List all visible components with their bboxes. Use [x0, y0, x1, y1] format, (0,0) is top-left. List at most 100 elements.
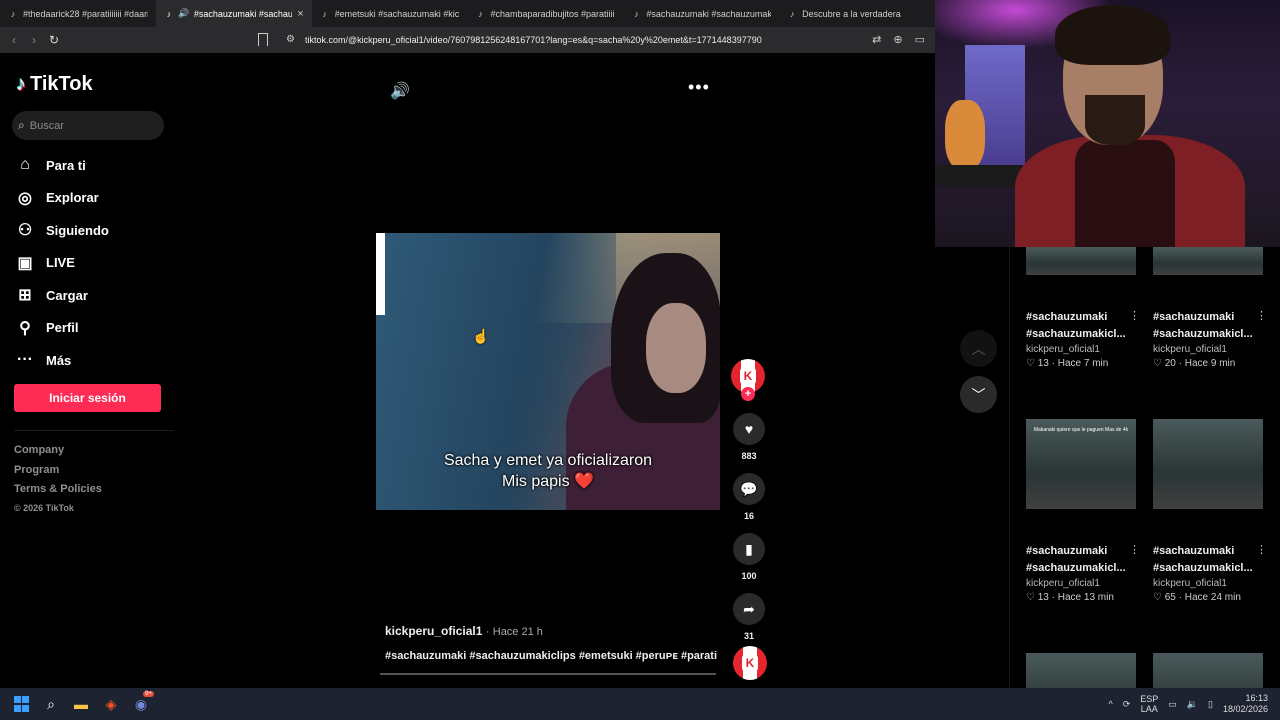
previous-video-button[interactable]: ︿	[960, 330, 997, 367]
save-button[interactable]: ▮	[733, 533, 765, 565]
volume-icon[interactable]: 🔊	[390, 81, 410, 101]
live-icon: ▣	[17, 254, 33, 272]
close-tab-icon[interactable]: ×	[297, 8, 303, 20]
post-time: Hace 21 h	[492, 626, 543, 638]
cast-icon[interactable]: ▭	[915, 33, 925, 46]
kebab-menu-icon[interactable]: ⋮	[1256, 543, 1267, 556]
heart-icon: ♡	[1153, 592, 1162, 603]
file-explorer-icon[interactable]: ▬	[66, 689, 96, 719]
footer-link-company[interactable]: Company	[14, 444, 102, 464]
following-icon: ⚇	[17, 222, 33, 240]
footer-link-program[interactable]: Program	[14, 464, 102, 484]
video-thumbnail[interactable]: Makanaki quiere que le paguen Mas de 4k	[1026, 419, 1136, 509]
sidebar-item-live[interactable]: ▣ LIVE	[16, 247, 109, 280]
speaker-icon[interactable]: 🔊	[178, 8, 189, 19]
windows-logo-icon	[14, 696, 29, 713]
back-icon[interactable]: ‹	[4, 33, 24, 47]
bookmark-icon[interactable]	[258, 33, 268, 46]
save-count: 100	[741, 571, 757, 581]
kebab-menu-icon[interactable]: ⋮	[1129, 543, 1140, 556]
follow-plus-icon[interactable]: +	[741, 387, 755, 401]
volume-icon[interactable]: 🔉	[1187, 699, 1198, 710]
browser-tab[interactable]: ♪#emetsuki #sachauzumaki #kickperu	[312, 0, 468, 27]
login-button[interactable]: Iniciar sesión	[14, 384, 161, 412]
heart-icon: ♡	[1153, 358, 1162, 369]
share-button[interactable]: ➦	[733, 593, 765, 625]
share-count: 31	[743, 631, 754, 641]
tiktok-icon: ♪	[166, 8, 172, 19]
heart-icon: ♡	[1026, 592, 1035, 603]
related-videos-grid: #sachauzumaki #sachauzumakicl... ⋮ kickp…	[1009, 247, 1280, 688]
comment-count: 16	[743, 511, 754, 521]
sidebar-divider	[14, 430, 174, 431]
tiktok-logo[interactable]: ♪ TikTok	[16, 73, 93, 96]
video-card[interactable]: #sachauzumaki #sachauzumakicl... ⋮ kickp…	[1026, 309, 1144, 369]
webcam-overlay	[935, 0, 1280, 247]
video-card[interactable]: #sachauzumaki #sachauzumakicl... ⋮ kickp…	[1153, 309, 1271, 369]
video-thumbnail[interactable]	[1153, 247, 1263, 275]
video-player[interactable]: Sacha y emet ya oficializaron Mis papis …	[376, 233, 720, 510]
more-options-icon[interactable]: •••	[688, 77, 710, 98]
start-button[interactable]	[6, 689, 36, 719]
network-icon[interactable]: ▭	[1168, 699, 1177, 710]
sidebar-nav: ⌂ Para ti ◎ Explorar ⚇ Siguiendo ▣ LIVE ⊞ Car…	[16, 149, 109, 377]
tiktok-icon: ♪	[322, 8, 327, 19]
system-tray: ^ ⟳ ESP LAA ▭ 🔉 ▯ 16:13 18/02/2026	[1108, 688, 1280, 720]
comment-button[interactable]: 💬	[733, 473, 765, 505]
video-thumbnail[interactable]	[1026, 247, 1136, 275]
brave-browser-icon[interactable]: ◈	[96, 689, 126, 719]
more-icon: ···	[17, 351, 33, 369]
chevron-up-icon[interactable]: ^	[1108, 699, 1112, 709]
search-input[interactable]	[29, 119, 150, 132]
sidebar-item-explorar[interactable]: ◎ Explorar	[16, 182, 109, 215]
sync-icon[interactable]: ⟳	[1123, 699, 1131, 710]
kebab-menu-icon[interactable]: ⋮	[1256, 309, 1267, 322]
browser-tab[interactable]: ♪ #chambaparadibujitos #paratiiiiiiiiiii	[467, 0, 623, 27]
language-indicator[interactable]: ESP LAA	[1140, 694, 1158, 714]
sidebar-item-perfil[interactable]: ⚲ Perfil	[16, 312, 109, 345]
video-thumbnail[interactable]	[1153, 653, 1263, 688]
comment-icon: 💬	[740, 480, 758, 497]
browser-tab-active[interactable]: ♪🔊#sachauzumaki #sachauzuma×	[155, 0, 312, 27]
battery-icon[interactable]: ▯	[1208, 699, 1213, 710]
search-box[interactable]: ⌕	[12, 111, 164, 140]
clock[interactable]: 16:13 18/02/2026	[1223, 693, 1268, 715]
browser-tab[interactable]: ♪#sachauzumaki #sachauzumakiedits	[623, 0, 779, 27]
browser-tab[interactable]: ♪ Descubre a la verdadera	[779, 0, 935, 27]
url-field[interactable]: tiktok.com/@kickperu_oficial1/video/7607…	[305, 35, 762, 45]
video-hashtags[interactable]: #sachauzumaki #sachauzumakiclips #emetsu…	[385, 650, 717, 662]
browser-tab[interactable]: ♪#thedaarick28 #paratiiiiiii #daarick #t	[0, 0, 156, 27]
like-button[interactable]: ♥	[733, 413, 765, 445]
heart-icon: ♡	[1026, 358, 1035, 369]
forward-icon[interactable]: ›	[24, 33, 44, 47]
translate-icon[interactable]: ⇄	[872, 33, 881, 46]
sidebar-item-para-ti[interactable]: ⌂ Para ti	[16, 149, 109, 182]
tiktok-icon: ♪	[10, 8, 16, 19]
reload-icon[interactable]: ↻	[44, 33, 64, 47]
search-icon[interactable]: ⌕	[36, 689, 66, 719]
heart-icon: ♥	[744, 421, 754, 437]
discord-icon[interactable]: ◉ 9+	[126, 689, 156, 719]
author-avatar[interactable]: K +	[731, 359, 765, 401]
video-progress-bar[interactable]	[380, 673, 716, 675]
video-card[interactable]: #sachauzumaki #sachauzumakicl... ⋮ kickp…	[1026, 543, 1144, 603]
footer-link-terms[interactable]: Terms & Policies	[14, 483, 102, 503]
site-info-icon[interactable]: ⚙	[286, 34, 295, 45]
next-author-avatar[interactable]: K	[733, 646, 767, 680]
chevron-up-icon: ︿	[971, 340, 986, 357]
sidebar-footer: Company Program Terms & Policies © 2026 …	[14, 444, 102, 513]
address-bar: ‹ › ↻ ⚙ tiktok.com/@kickperu_oficial1/vi…	[0, 27, 935, 53]
next-video-button[interactable]: ﹀	[960, 376, 997, 413]
sidebar-item-cargar[interactable]: ⊞ Cargar	[16, 279, 109, 312]
video-card[interactable]: #sachauzumaki #sachauzumakicl... ⋮ kickp…	[1153, 543, 1271, 603]
author-name[interactable]: kickperu_oficial1	[385, 624, 482, 638]
video-thumbnail[interactable]	[1026, 653, 1136, 688]
home-icon: ⌂	[20, 156, 30, 174]
zoom-icon[interactable]: ⊕	[893, 33, 902, 46]
video-thumbnail[interactable]	[1153, 419, 1263, 509]
sidebar-item-mas[interactable]: ··· Más	[16, 344, 109, 377]
sidebar-item-siguiendo[interactable]: ⚇ Siguiendo	[16, 214, 109, 247]
hand-cursor-icon: ☝	[472, 328, 490, 344]
upload-icon: ⊞	[18, 287, 32, 305]
kebab-menu-icon[interactable]: ⋮	[1129, 309, 1140, 322]
